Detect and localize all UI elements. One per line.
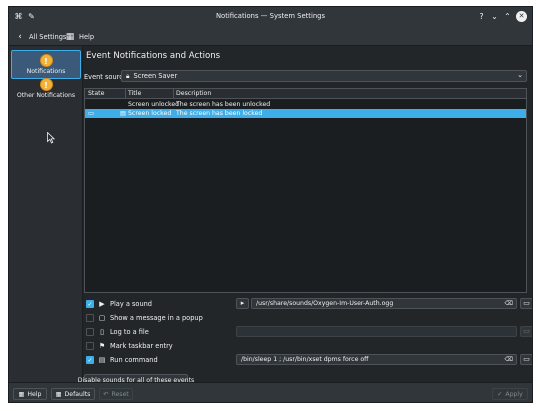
minimize-icon[interactable]: ⌄: [489, 11, 500, 22]
show-popup-label: Show a message in a popup: [110, 314, 203, 322]
lock-icon: 🔒︎: [126, 71, 130, 80]
chevron-down-icon: ⌄: [517, 71, 523, 79]
table-row-selected[interactable]: ▭ ▤ Screen locked The screen has been lo…: [85, 109, 526, 118]
help-button[interactable]: ▦ Help: [65, 30, 94, 43]
description-cell: The screen has been locked: [176, 110, 263, 117]
all-settings-button[interactable]: ‹ All Settings: [15, 30, 66, 43]
terminal-icon: ▤: [120, 110, 126, 117]
maximize-icon[interactable]: ⌃: [502, 11, 513, 22]
sound-file-field[interactable]: /usr/share/sounds/Oxygen-Im-User-Auth.og…: [251, 298, 517, 309]
help-icon: ▦: [18, 390, 25, 398]
run-command-label: Run command: [110, 356, 158, 364]
log-file-label: Log to a file: [110, 328, 149, 336]
browse-command-button[interactable]: ▭: [520, 354, 532, 365]
help-icon[interactable]: ?: [476, 11, 487, 22]
sidebar-item-label: Notifications: [26, 68, 66, 75]
mark-taskbar-label: Mark taskbar entry: [110, 342, 173, 350]
column-separator: [173, 89, 174, 99]
mark-taskbar-option[interactable]: ⚑ Mark taskbar entry: [86, 341, 173, 351]
toolbar: ‹ All Settings ▦ Help: [9, 27, 532, 46]
help-menu-icon: ▦: [65, 31, 75, 42]
clear-icon[interactable]: ⌫: [505, 356, 513, 363]
all-settings-label: All Settings: [29, 32, 67, 41]
events-table[interactable]: State Title Description Screen unlocked …: [84, 88, 527, 293]
table-row[interactable]: Screen unlocked The screen has been unlo…: [85, 100, 526, 109]
run-command-option[interactable]: ✓ ▤ Run command: [86, 355, 158, 365]
description-cell: The screen has been unlocked: [176, 101, 271, 108]
log-file-checkbox[interactable]: [86, 328, 94, 336]
main-panel: Event Notifications and Actions Event so…: [78, 46, 532, 386]
column-header-title[interactable]: Title: [128, 90, 141, 97]
checkmark-icon: ✓: [497, 390, 503, 398]
mark-taskbar-checkbox[interactable]: [86, 342, 94, 350]
table-header: State Title Description: [85, 89, 526, 99]
event-source-value: Screen Saver: [133, 72, 178, 80]
sound-icon: ▶: [99, 300, 105, 308]
title-cell: Screen locked: [128, 110, 172, 117]
log-file-option[interactable]: ▯ Log to a file: [86, 327, 149, 337]
sidebar-item-label: Other Notifications: [16, 92, 76, 99]
notification-bell-icon: !: [39, 54, 53, 67]
terminal-icon: ▤: [98, 356, 106, 364]
play-sound-label: Play a sound: [110, 300, 152, 308]
page-title: Event Notifications and Actions: [86, 51, 221, 61]
title-bar[interactable]: ⌘ ✎ Notifications — System Settings ? ⌄ …: [9, 7, 532, 27]
log-file-icon: ▯: [100, 328, 104, 336]
event-source-combobox[interactable]: 🔒︎ Screen Saver ⌄: [121, 70, 527, 82]
footer-help-button[interactable]: ▦ Help: [13, 388, 47, 400]
reset-label: Reset: [111, 390, 129, 398]
help-label: Help: [79, 32, 95, 41]
defaults-label: Defaults: [64, 390, 91, 398]
browse-sound-button[interactable]: ▭: [520, 298, 532, 309]
close-icon[interactable]: ✕: [516, 11, 527, 22]
popup-message-icon: ▢: [98, 314, 106, 322]
sidebar-item-other-notifications[interactable]: ! Other Notifications: [11, 75, 81, 104]
flag-icon: ⚑: [98, 342, 106, 350]
defaults-button[interactable]: ▦ Defaults: [51, 388, 95, 400]
footer-help-label: Help: [27, 390, 42, 398]
column-header-description[interactable]: Description: [176, 90, 211, 97]
log-file-field[interactable]: [236, 326, 517, 337]
run-command-checkbox[interactable]: ✓: [86, 356, 94, 364]
play-preview-button[interactable]: ▸: [236, 298, 249, 309]
play-sound-option[interactable]: ✓ ▶ Play a sound: [86, 299, 152, 309]
reset-icon: ↶: [103, 390, 109, 398]
column-header-state[interactable]: State: [88, 90, 104, 97]
show-popup-checkbox[interactable]: [86, 314, 94, 322]
clear-icon[interactable]: ⌫: [505, 300, 513, 307]
command-value: /bin/sleep 1 ; /usr/bin/xset dpms force …: [241, 356, 369, 363]
apply-label: Apply: [505, 390, 523, 398]
back-arrow-icon: ‹: [18, 31, 22, 42]
title-cell: Screen unlocked: [128, 101, 180, 108]
apply-button[interactable]: ✓ Apply: [492, 388, 528, 400]
reset-button[interactable]: ↶ Reset: [99, 388, 133, 400]
notification-bell-icon: !: [39, 78, 53, 91]
command-field[interactable]: /bin/sleep 1 ; /usr/bin/xset dpms force …: [236, 354, 517, 365]
play-sound-checkbox[interactable]: ✓: [86, 300, 94, 308]
sound-file-value: /usr/share/sounds/Oxygen-Im-User-Auth.og…: [256, 300, 394, 307]
defaults-icon: ▦: [55, 390, 62, 398]
browse-log-button[interactable]: ▭: [520, 326, 532, 337]
footer-bar: ▦ Help ▦ Defaults ↶ Reset ✓ Apply: [9, 382, 532, 402]
state-cell: ▭: [88, 110, 94, 117]
window-title: Notifications — System Settings: [215, 12, 326, 20]
column-separator: [125, 89, 126, 99]
show-popup-option[interactable]: ▢ Show a message in a popup: [86, 313, 203, 323]
system-settings-window: ⌘ ✎ Notifications — System Settings ? ⌄ …: [8, 6, 533, 403]
sidebar: ! Notifications ! Other Notifications: [9, 46, 83, 382]
mouse-pointer-icon: [47, 132, 55, 144]
